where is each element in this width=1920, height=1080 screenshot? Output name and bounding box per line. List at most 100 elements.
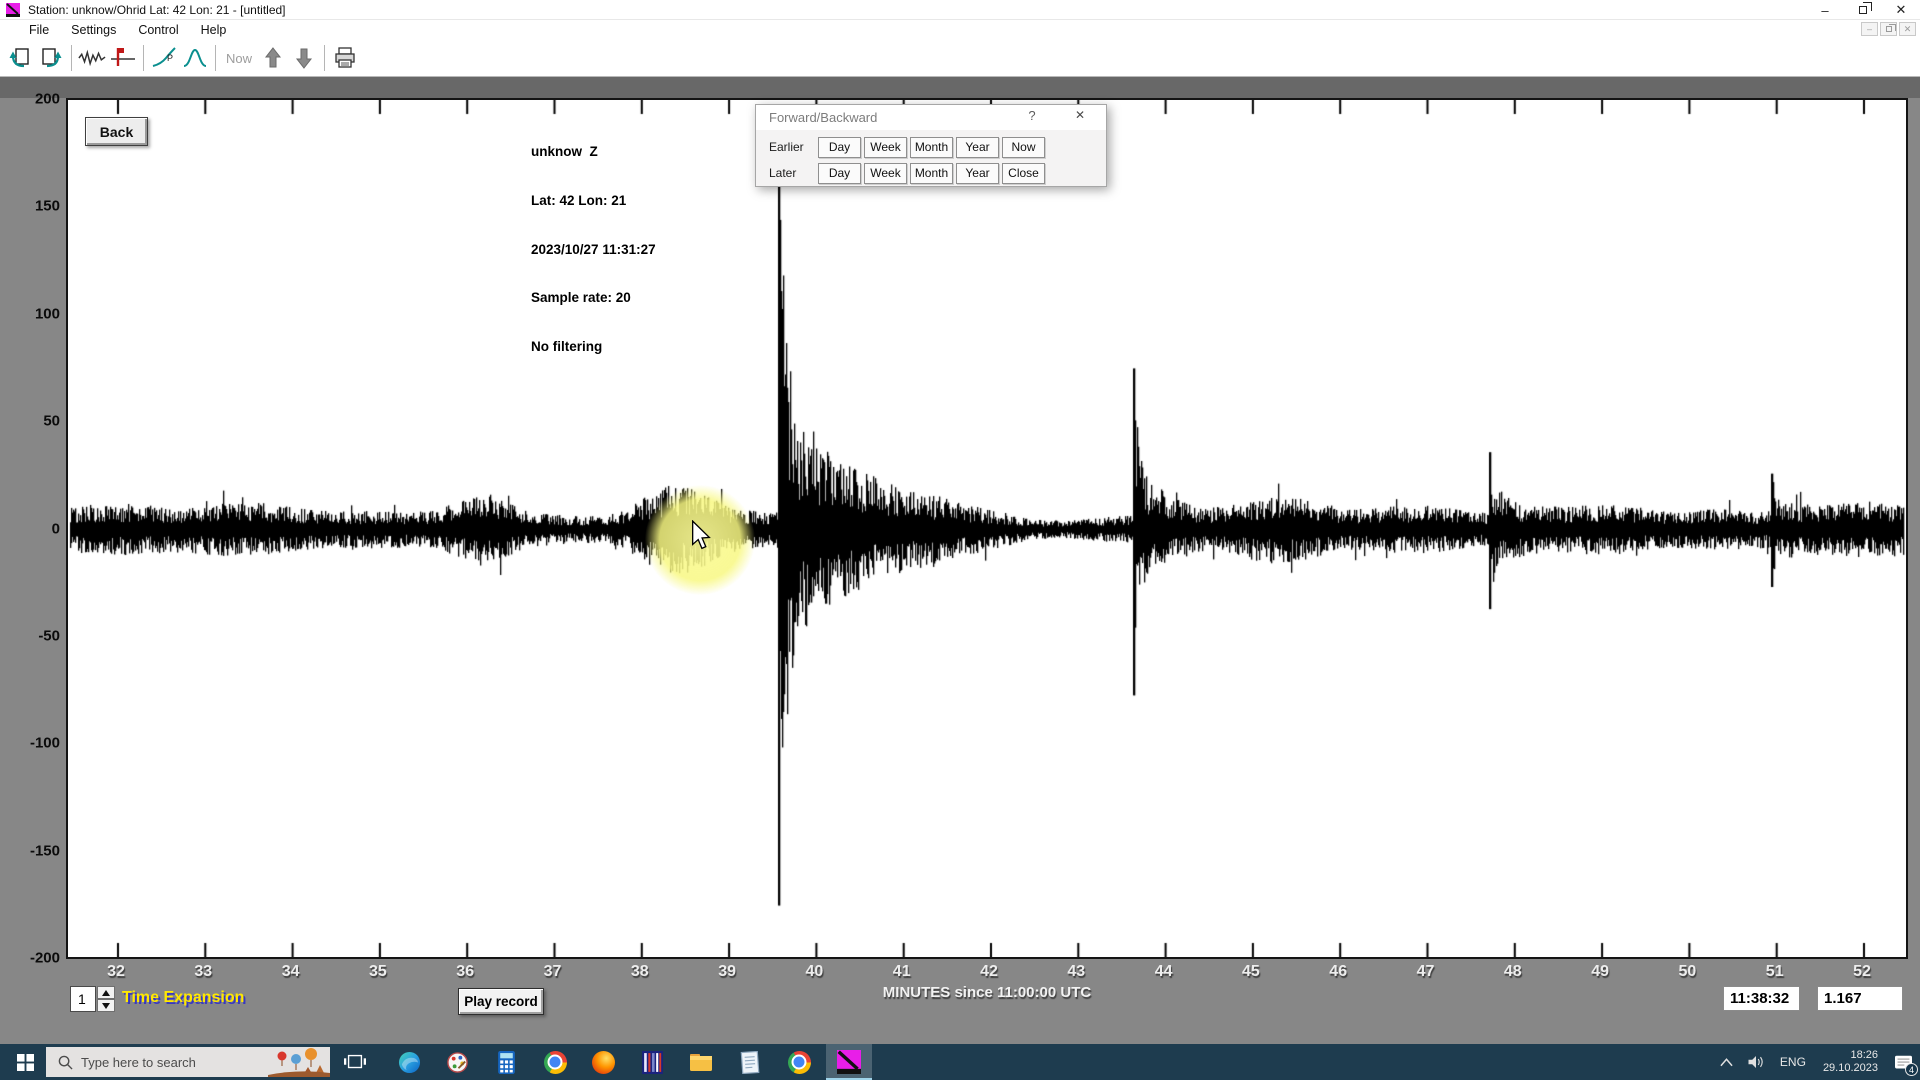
phase-p-tool-button[interactable]: P — [150, 44, 178, 72]
now-button[interactable]: Now — [222, 44, 256, 72]
taskbar-icon-task-view[interactable] — [332, 1044, 378, 1080]
open-next-button[interactable] — [37, 44, 65, 72]
open-previous-icon — [8, 46, 32, 70]
time-expansion-input[interactable]: 1 — [70, 986, 96, 1012]
restore-button[interactable] — [1844, 0, 1882, 20]
x-axis-label: 46 — [1329, 963, 1347, 981]
taskbar-icon-media-player[interactable] — [629, 1044, 675, 1080]
taskbar-icon-file-explorer[interactable] — [678, 1044, 724, 1080]
print-button[interactable] — [331, 44, 359, 72]
y-axis-label: 100 — [2, 305, 60, 322]
dialog-later-year-button[interactable]: Year — [956, 163, 999, 184]
toolbar-separator — [215, 45, 216, 71]
toolbar-separator — [324, 45, 325, 71]
scroll-up-button[interactable] — [259, 44, 287, 72]
x-axis-label: 43 — [1067, 963, 1085, 981]
play-record-button[interactable]: Play record — [458, 988, 544, 1015]
toolbar-separator — [71, 45, 72, 71]
dialog-body: EarlierDayWeekMonthYearNowLaterDayWeekMo… — [756, 130, 1106, 186]
taskbar: ENG 18:26 29.10.2023 4 — [0, 1044, 1920, 1080]
start-button[interactable] — [10, 1044, 40, 1080]
taskbar-icon-seismograph[interactable] — [826, 1044, 872, 1080]
media-player-icon — [642, 1051, 663, 1074]
x-axis-label: 50 — [1678, 963, 1696, 981]
taskbar-search[interactable] — [46, 1047, 330, 1077]
task-view-icon — [344, 1052, 366, 1072]
gaussian-curve-icon — [182, 46, 208, 70]
taskbar-icon-firefox[interactable] — [580, 1044, 626, 1080]
close-button[interactable]: ✕ — [1882, 0, 1920, 20]
dialog-close-button[interactable]: ✕ — [1068, 108, 1092, 127]
taskbar-icon-notepad[interactable] — [727, 1044, 773, 1080]
y-axis-label: -150 — [2, 842, 60, 859]
dialog-earlier-month-button[interactable]: Month — [910, 137, 953, 158]
menu-item-control[interactable]: Control — [127, 21, 189, 39]
dialog-titlebar[interactable]: Forward/Backward ? ✕ — [756, 105, 1106, 130]
open-previous-button[interactable] — [6, 44, 34, 72]
taskbar-icon-calculator[interactable] — [483, 1044, 529, 1080]
dialog-earlier-day-button[interactable]: Day — [818, 137, 861, 158]
dialog-earlier-year-button[interactable]: Year — [956, 137, 999, 158]
y-axis-label: 50 — [2, 413, 60, 430]
x-axis-caption: MINUTES since 11:00:00 UTC — [883, 984, 1091, 1001]
x-axis-label: 40 — [805, 963, 823, 981]
tray-volume-button[interactable] — [1741, 1044, 1771, 1080]
x-axis-label: 42 — [980, 963, 998, 981]
waveform-tool-button[interactable] — [78, 44, 106, 72]
notification-badge: 4 — [1905, 1063, 1918, 1076]
speaker-icon — [1747, 1054, 1765, 1070]
amplitude-value-field[interactable]: 1.167 — [1817, 986, 1903, 1011]
tray-clock[interactable]: 18:26 29.10.2023 — [1815, 1044, 1886, 1080]
firefox-icon — [592, 1051, 615, 1074]
windows-logo-icon — [17, 1054, 34, 1071]
chevron-up-icon — [1720, 1058, 1733, 1067]
tray-chevron-button[interactable] — [1713, 1044, 1741, 1080]
x-axis-label: 34 — [282, 963, 300, 981]
time-expansion-decrement-button[interactable] — [97, 999, 115, 1012]
x-axis-label: 45 — [1242, 963, 1260, 981]
menu-item-file[interactable]: File — [18, 21, 60, 39]
y-axis-label: 200 — [2, 91, 60, 108]
tray-time: 18:26 — [1823, 1049, 1878, 1062]
mdi-close-button[interactable]: ✕ — [1899, 22, 1916, 36]
toolbar: P Now — [0, 40, 1920, 77]
search-highlight-image — [268, 1047, 330, 1077]
scroll-down-button[interactable] — [290, 44, 318, 72]
dialog-row-later: LaterDayWeekMonthYearClose — [769, 160, 1106, 186]
x-axis-label: 37 — [544, 963, 562, 981]
station-info-line: Lat: 42 Lon: 21 — [531, 193, 656, 209]
y-axis-label: 0 — [2, 520, 60, 537]
now-button-label: Now — [222, 51, 256, 66]
gaussian-tool-button[interactable] — [181, 44, 209, 72]
current-time-field[interactable]: 11:38:32 — [1723, 986, 1800, 1011]
window-titlebar: Station: unknow/Ohrid Lat: 42 Lon: 21 - … — [0, 0, 1920, 20]
seismograph-app-icon — [837, 1050, 861, 1074]
taskbar-icon-chrome[interactable] — [532, 1044, 578, 1080]
dialog-later-week-button[interactable]: Week — [864, 163, 907, 184]
x-axis-label: 41 — [893, 963, 911, 981]
dialog-help-button[interactable]: ? — [1020, 108, 1044, 127]
dialog-earlier-now-button[interactable]: Now — [1002, 137, 1045, 158]
pick-marker-tool-button[interactable] — [109, 44, 137, 72]
search-icon — [58, 1055, 73, 1070]
tray-language[interactable]: ENG — [1771, 1044, 1815, 1080]
taskbar-icon-paint[interactable] — [434, 1044, 480, 1080]
notification-center-button[interactable]: 4 — [1886, 1044, 1920, 1080]
menu-item-settings[interactable]: Settings — [60, 21, 127, 39]
window-title: Station: unknow/Ohrid Lat: 42 Lon: 21 - … — [28, 3, 286, 17]
taskbar-icon-chrome-2[interactable] — [776, 1044, 822, 1080]
dialog-later-day-button[interactable]: Day — [818, 163, 861, 184]
seismogram-canvas[interactable] — [68, 100, 1906, 957]
taskbar-icon-edge[interactable] — [386, 1044, 432, 1080]
mdi-restore-button[interactable] — [1880, 22, 1897, 36]
back-button[interactable]: Back — [85, 117, 148, 146]
search-input[interactable] — [81, 1055, 251, 1070]
menu-item-help[interactable]: Help — [190, 21, 238, 39]
mdi-minimize-button[interactable]: – — [1861, 22, 1878, 36]
dialog-earlier-week-button[interactable]: Week — [864, 137, 907, 158]
time-expansion-increment-button[interactable] — [97, 986, 115, 999]
minimize-button[interactable]: – — [1806, 0, 1844, 20]
dialog-later-month-button[interactable]: Month — [910, 163, 953, 184]
dialog-later-close-button[interactable]: Close — [1002, 163, 1045, 184]
waveform-icon — [78, 46, 106, 70]
